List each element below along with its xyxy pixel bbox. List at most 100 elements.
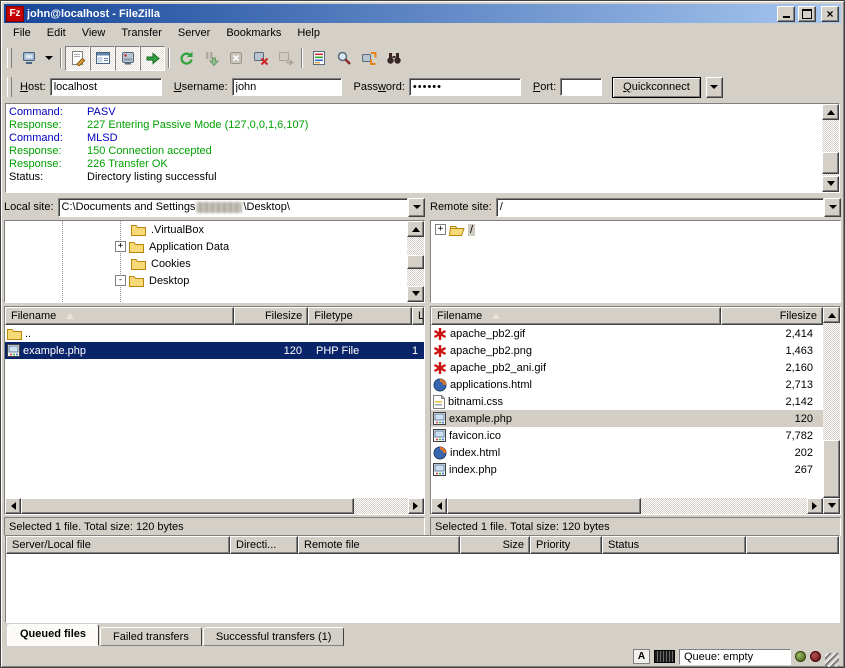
menu-transfer[interactable]: Transfer xyxy=(113,24,170,42)
scroll-track[interactable] xyxy=(822,120,839,176)
tree-item-desktop[interactable]: - Desktop xyxy=(5,272,407,289)
toggle-local-tree-button[interactable] xyxy=(90,46,115,71)
collapse-icon[interactable]: - xyxy=(115,275,126,286)
column-header-status[interactable]: Status xyxy=(602,536,746,554)
scroll-thumb[interactable] xyxy=(407,255,424,269)
column-header-lastmodified[interactable]: L xyxy=(412,307,424,325)
scroll-track[interactable] xyxy=(407,237,424,286)
local-path-dropdown-button[interactable] xyxy=(408,198,425,217)
minimize-button[interactable] xyxy=(777,6,795,22)
tree-item-application-data[interactable]: + Application Data xyxy=(5,238,407,255)
expand-icon[interactable]: + xyxy=(115,241,126,252)
scroll-down-button[interactable] xyxy=(822,176,839,192)
file-row-favicon-ico[interactable]: favicon.ico 7,782 xyxy=(431,427,823,444)
html-file-icon xyxy=(433,378,447,392)
directory-listing-filters-button[interactable] xyxy=(306,46,331,71)
file-row-apache-pb2-ani-gif[interactable]: apache_pb2_ani.gif 2,160 xyxy=(431,359,823,376)
scroll-track[interactable] xyxy=(823,323,840,498)
refresh-button[interactable] xyxy=(173,46,198,71)
scroll-right-button[interactable] xyxy=(408,498,424,514)
scroll-thumb[interactable] xyxy=(21,498,354,514)
column-header-size[interactable]: Size xyxy=(460,536,530,554)
scroll-left-button[interactable] xyxy=(5,498,21,514)
column-header-filename[interactable]: Filename xyxy=(431,307,721,325)
site-manager-button[interactable] xyxy=(16,46,41,71)
menu-bookmarks[interactable]: Bookmarks xyxy=(218,24,289,42)
scroll-track[interactable] xyxy=(21,498,408,514)
synchronized-browsing-button[interactable] xyxy=(356,46,381,71)
username-input[interactable] xyxy=(232,78,342,96)
local-path-input[interactable]: C:\Documents and Settings\Desktop\ xyxy=(58,198,408,217)
column-header-priority[interactable]: Priority xyxy=(530,536,602,554)
scroll-left-button[interactable] xyxy=(431,498,447,514)
scroll-up-button[interactable] xyxy=(823,307,840,323)
reconnect-icon xyxy=(278,50,294,66)
tree-item-root[interactable]: + / xyxy=(431,221,840,238)
process-queue-button[interactable] xyxy=(198,46,223,71)
port-input[interactable] xyxy=(560,78,602,96)
column-header-filename[interactable]: Filename xyxy=(5,307,234,325)
column-header-filetype[interactable]: Filetype xyxy=(308,307,412,325)
toggle-message-log-button[interactable] xyxy=(65,46,90,71)
scroll-down-button[interactable] xyxy=(407,286,424,302)
disconnect-button[interactable] xyxy=(248,46,273,71)
remote-path-input[interactable]: / xyxy=(496,198,824,217)
log-line-label: Command: xyxy=(9,106,87,119)
file-row-apache-pb2-gif[interactable]: apache_pb2.gif 2,414 xyxy=(431,325,823,342)
file-row-index-html[interactable]: index.html 202 xyxy=(431,444,823,461)
file-row-applications-html[interactable]: applications.html 2,713 xyxy=(431,376,823,393)
file-row-apache-pb2-png[interactable]: apache_pb2.png 1,463 xyxy=(431,342,823,359)
tab-successful-transfers[interactable]: Successful transfers (1) xyxy=(203,627,345,646)
cancel-button[interactable] xyxy=(223,46,248,71)
quickconnect-button[interactable]: Quickconnect xyxy=(612,77,701,98)
menu-server[interactable]: Server xyxy=(170,24,218,42)
tree-item-cookies[interactable]: Cookies xyxy=(5,255,407,272)
close-button[interactable]: × xyxy=(821,6,839,22)
expand-icon[interactable]: + xyxy=(435,224,446,235)
menu-file[interactable]: File xyxy=(5,24,39,42)
file-row-index-php[interactable]: index.php 267 xyxy=(431,461,823,478)
file-row-bitnami-css[interactable]: bitnami.css 2,142 xyxy=(431,393,823,410)
tab-failed-transfers[interactable]: Failed transfers xyxy=(100,627,202,646)
column-header-direction[interactable]: Directi... xyxy=(230,536,298,554)
scroll-right-button[interactable] xyxy=(807,498,823,514)
scroll-down-button[interactable] xyxy=(823,498,840,514)
menu-edit[interactable]: Edit xyxy=(39,24,74,42)
directory-comparison-button[interactable] xyxy=(381,46,406,71)
scroll-thumb[interactable] xyxy=(822,152,839,174)
remote-path-dropdown-button[interactable] xyxy=(824,198,841,217)
data-type-indicator-icon[interactable]: A xyxy=(633,649,650,664)
toggle-transfer-queue-button[interactable] xyxy=(140,46,165,71)
quickconnect-dropdown-button[interactable] xyxy=(706,77,723,98)
maximize-button[interactable] xyxy=(798,6,816,22)
tree-item-virtualbox[interactable]: .VirtualBox xyxy=(5,221,407,238)
menu-view[interactable]: View xyxy=(74,24,114,42)
arrow-down-icon xyxy=(827,181,835,190)
resize-grip[interactable] xyxy=(825,653,839,667)
password-input[interactable] xyxy=(409,78,521,96)
scroll-track[interactable] xyxy=(447,498,807,514)
column-header-filesize[interactable]: Filesize xyxy=(721,307,823,325)
scroll-up-button[interactable] xyxy=(407,221,424,237)
scroll-thumb[interactable] xyxy=(447,498,641,514)
find-files-button[interactable] xyxy=(331,46,356,71)
scroll-up-button[interactable] xyxy=(822,104,839,120)
file-row-example-php[interactable]: example.php 120 PHP File 1 xyxy=(5,342,424,359)
toolbar-gripper[interactable] xyxy=(7,48,12,68)
site-manager-dropdown-button[interactable] xyxy=(41,46,57,71)
file-row-example-php[interactable]: example.php 120 xyxy=(431,410,823,427)
host-input[interactable] xyxy=(50,78,162,96)
speed-limits-icon[interactable] xyxy=(654,650,675,663)
reconnect-button[interactable] xyxy=(273,46,298,71)
quickconnect-gripper[interactable] xyxy=(7,77,12,97)
menu-help[interactable]: Help xyxy=(289,24,328,42)
tab-queued-files[interactable]: Queued files xyxy=(7,624,99,646)
column-header-filesize[interactable]: Filesize xyxy=(234,307,308,325)
arrow-right-icon xyxy=(413,502,422,510)
column-header-server-local-file[interactable]: Server/Local file xyxy=(6,536,230,554)
toggle-remote-tree-button[interactable] xyxy=(115,46,140,71)
disconnect-icon xyxy=(253,50,269,66)
column-header-remote-file[interactable]: Remote file xyxy=(298,536,460,554)
scroll-thumb[interactable] xyxy=(823,440,840,498)
file-row-parent-dir[interactable]: .. xyxy=(5,325,424,342)
